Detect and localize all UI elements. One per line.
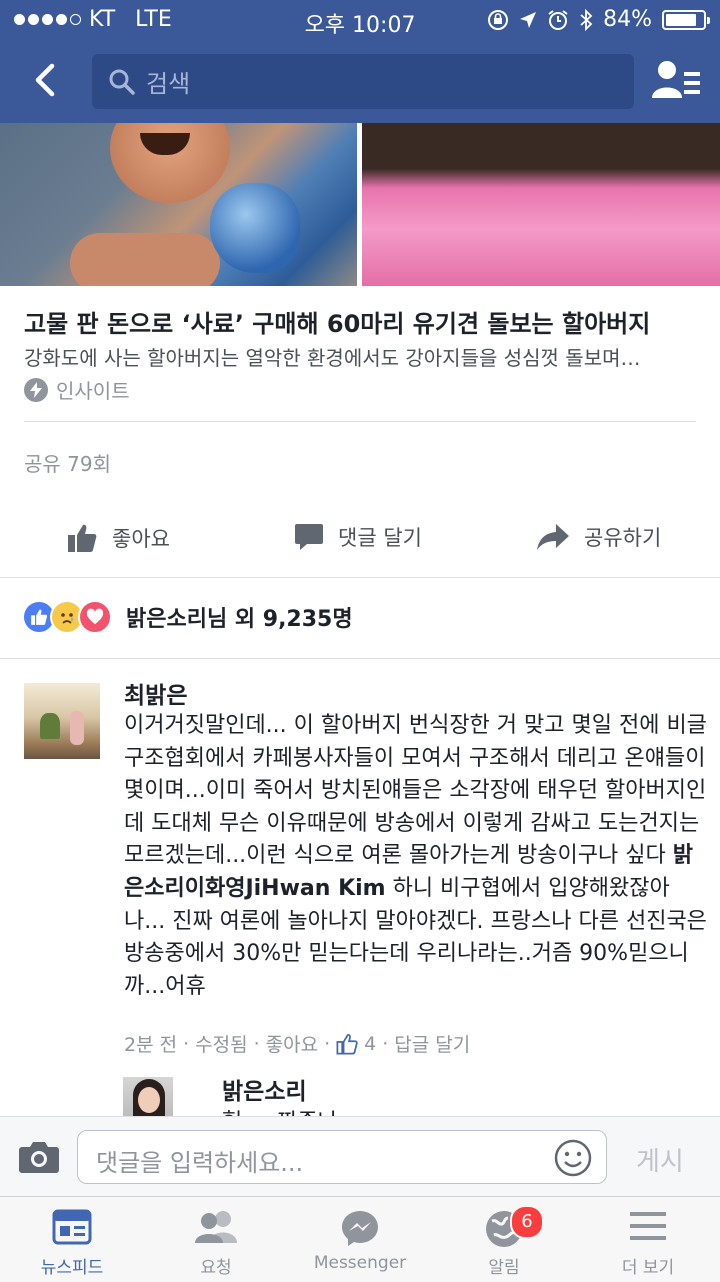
comment-composer: 댓글을 입력하세요... 게시 [0, 1116, 720, 1197]
search-placeholder: 검색 [146, 70, 191, 98]
instant-article-bolt-icon [24, 377, 48, 402]
meta-separator: · [183, 1032, 190, 1055]
tab-label: 요청 [200, 1258, 232, 1278]
tab-notifications[interactable]: 6 알림 [432, 1197, 576, 1282]
post-comment-button[interactable]: 게시 [636, 1141, 684, 1178]
post-actions: 좋아요 댓글 달기 공유하기 [0, 510, 720, 568]
link-preview-photo-right[interactable] [362, 123, 720, 286]
link-source[interactable]: 인사이트 [24, 375, 130, 404]
reply-author-name[interactable]: 밝은소리 [222, 1072, 307, 1106]
comment-bubble-icon [295, 524, 323, 550]
comment-input-placeholder: 댓글을 입력하세요... [96, 1149, 304, 1177]
battery-percent: 84% [603, 7, 652, 32]
love-reaction-icon [78, 600, 112, 634]
messenger-icon [342, 1211, 378, 1246]
orientation-lock-icon [488, 9, 509, 30]
tab-label: Messenger [313, 1253, 407, 1273]
divider [0, 658, 720, 659]
reactions-count-text: 밝은소리님 외 9,235명 [126, 607, 353, 632]
like-label: 좋아요 [112, 527, 170, 551]
meta-separator: · [253, 1032, 260, 1055]
sticker-smiley-icon[interactable] [554, 1139, 592, 1177]
back-arrow-icon[interactable] [26, 60, 66, 100]
comment-like-count[interactable]: 4 [364, 1033, 376, 1055]
link-preview-photo-left[interactable] [0, 123, 357, 286]
thumbs-up-icon [336, 1033, 358, 1054]
tab-more[interactable]: 더 보기 [576, 1197, 720, 1282]
navigation-header: KT LTE 오후 10:07 84% 검색 [0, 0, 720, 123]
comment-text-part: 이거거짓말인데... 이 할아버지 번식장한 거 맞고 몇일 전에 비글구조협회… [124, 713, 707, 869]
reply-button[interactable]: 답글 달기 [394, 1030, 470, 1057]
comment-edited[interactable]: 수정됨 [195, 1030, 247, 1057]
meta-separator: · [382, 1032, 389, 1055]
search-icon [109, 69, 135, 95]
bottom-tab-bar: 뉴스피드 요청 Messenger 6 알림 더 보기 [0, 1196, 720, 1282]
share-count[interactable]: 공유 79회 [24, 448, 111, 477]
comment-text: 이거거짓말인데... 이 할아버지 번식장한 거 맞고 몇일 전에 비글구조협회… [124, 710, 709, 1003]
tab-messenger[interactable]: Messenger [288, 1197, 432, 1282]
divider [0, 577, 720, 578]
comment-meta: 2분 전 · 수정됨 · 좋아요 · 4 · 답글 달기 [124, 1030, 470, 1057]
link-description[interactable]: 강화도에 사는 할아버지는 열악한 환경에서도 강아지들을 성심껏 돌보며… [24, 342, 641, 371]
alarm-icon [548, 9, 568, 30]
friends-list-icon[interactable] [650, 58, 702, 106]
tab-label: 알림 [488, 1258, 520, 1278]
battery-icon [662, 9, 710, 30]
tab-news-feed[interactable]: 뉴스피드 [0, 1197, 144, 1282]
camera-icon[interactable] [18, 1139, 60, 1175]
tab-label: 뉴스피드 [40, 1258, 104, 1278]
commenter-name[interactable]: 최밝은 [124, 676, 187, 710]
tab-label: 더 보기 [621, 1258, 675, 1278]
comment-time: 2분 전 [124, 1034, 178, 1056]
news-feed-icon [52, 1209, 92, 1245]
share-arrow-icon [537, 524, 569, 550]
search-bar[interactable]: 검색 [92, 54, 634, 109]
tab-requests[interactable]: 요청 [144, 1197, 288, 1282]
meta-separator: · [324, 1032, 331, 1055]
comment-label: 댓글 달기 [338, 526, 422, 550]
friend-requests-icon [195, 1211, 237, 1243]
status-bar: KT LTE 오후 10:07 84% [0, 0, 720, 40]
link-title[interactable]: 고물 판 돈으로 ‘사료’ 구매해 60마리 유기견 돌보는 할아버지 [24, 304, 650, 339]
commenter-avatar[interactable] [24, 683, 100, 759]
comment-like-button[interactable]: 좋아요 [266, 1030, 318, 1057]
comment-input[interactable]: 댓글을 입력하세요... [77, 1130, 607, 1184]
share-label: 공유하기 [584, 526, 662, 550]
source-name: 인사이트 [56, 379, 130, 403]
menu-icon [630, 1212, 666, 1240]
comment-button[interactable]: 댓글 달기 [294, 522, 422, 552]
divider [24, 421, 696, 422]
share-button[interactable]: 공유하기 [536, 522, 661, 552]
like-button[interactable]: 좋아요 [66, 522, 170, 554]
notification-badge: 6 [510, 1205, 544, 1239]
location-icon [520, 11, 537, 28]
reactions-summary[interactable]: 밝은소리님 외 9,235명 [22, 600, 353, 634]
bluetooth-icon [580, 8, 593, 31]
thumbs-up-icon [68, 524, 97, 552]
